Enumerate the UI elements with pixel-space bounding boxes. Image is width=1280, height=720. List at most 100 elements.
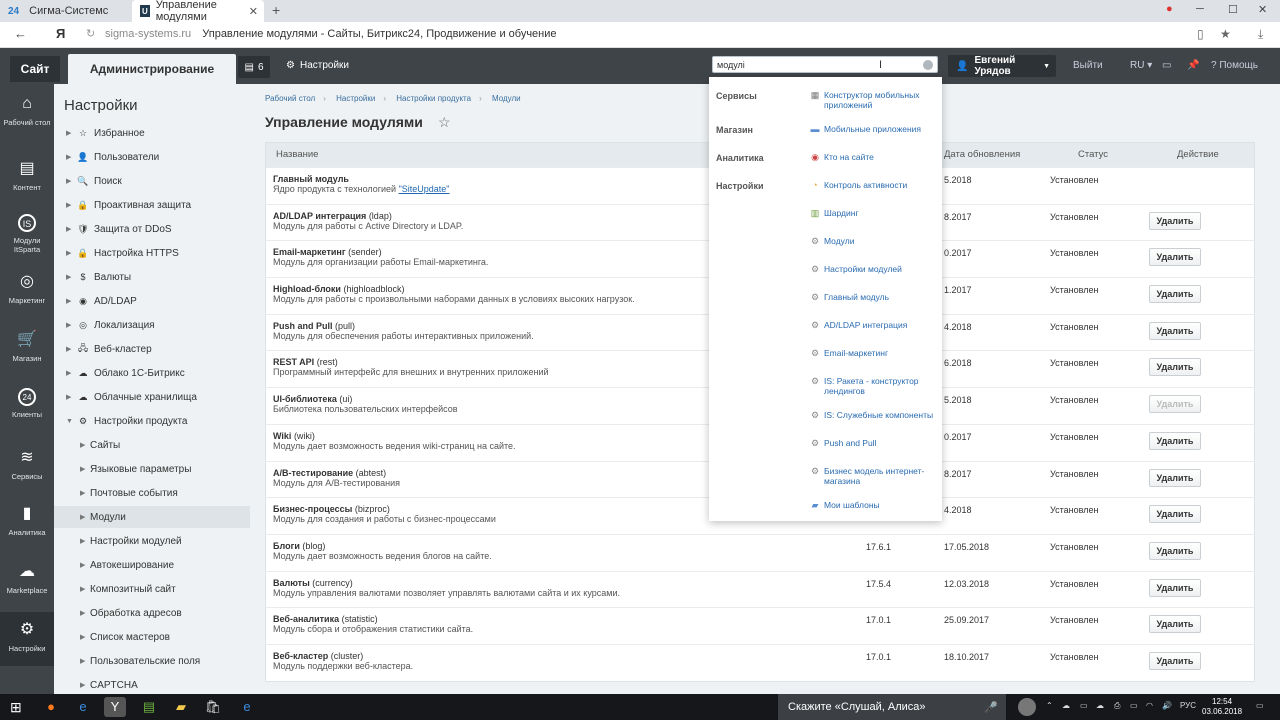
file-explorer-icon[interactable]: ▰ <box>170 697 192 717</box>
reader-icon[interactable]: ▯ <box>1197 27 1204 41</box>
menu-item[interactable]: ▶ Настройки модулей <box>54 530 250 552</box>
menu-item[interactable]: ▶ ◉ AD/LDAP <box>54 290 250 312</box>
windows-start-icon[interactable]: ⊞ <box>10 699 22 716</box>
sidebar-item-services[interactable]: ≋ Сервисы <box>0 448 54 481</box>
search-result-item[interactable]: ⚙ Email-маркетинг <box>809 348 939 358</box>
menu-item[interactable]: ▶ Обработка адресов <box>54 602 250 624</box>
chevron-down-icon[interactable]: ▼ <box>1043 63 1050 70</box>
panel-icon[interactable]: ▭ <box>1162 60 1171 71</box>
module-name[interactable]: UI-библиотека (ui) <box>273 394 352 404</box>
favorite-star-icon[interactable]: ☆ <box>438 114 451 131</box>
column-header-status[interactable]: Статус <box>1078 149 1108 160</box>
system-clock[interactable]: 12:54 03.06.2018 <box>1202 697 1242 717</box>
search-result-item[interactable]: ⚙ Настройки модулей <box>809 264 939 274</box>
expand-arrow-icon[interactable]: ▶ <box>66 177 76 185</box>
close-tab-icon[interactable]: ✕ <box>249 5 258 18</box>
sidebar-item-desktop[interactable]: ⌂ Рабочий стол <box>0 94 54 127</box>
browser-tab-active[interactable]: U Управление модулями ✕ <box>132 0 264 23</box>
maximize-icon[interactable]: ☐ <box>1228 3 1238 16</box>
delete-button[interactable]: Удалить <box>1149 358 1201 377</box>
yandex-icon[interactable]: Я <box>56 26 65 41</box>
wifi-icon[interactable]: ◠ <box>1146 701 1153 710</box>
delete-button[interactable]: Удалить <box>1149 211 1201 230</box>
search-result-item[interactable]: ◔ Контроль активности <box>809 180 939 190</box>
expand-arrow-icon[interactable]: ▶ <box>66 153 76 161</box>
sidebar-item-clients[interactable]: 24 Клиенты <box>0 388 54 419</box>
cortana-search-box[interactable]: Скажите «Слушай, Алиса» 🎤 <box>778 694 1006 720</box>
delete-button[interactable]: Удалить <box>1149 651 1201 670</box>
sidebar-item-content[interactable]: ▤ Контент <box>0 159 54 192</box>
breadcrumb-item[interactable]: Рабочий стол <box>265 94 315 103</box>
notifications-button[interactable]: ▤ 6 <box>238 56 270 78</box>
column-header-date[interactable]: Дата обновления <box>944 149 1020 160</box>
pin-icon[interactable]: 📌 <box>1187 60 1199 71</box>
menu-item[interactable]: ▶ Список мастеров <box>54 626 250 648</box>
delete-button[interactable]: Удалить <box>1149 578 1201 597</box>
input-language[interactable]: РУС <box>1180 701 1196 710</box>
network-icon[interactable]: ▭ <box>1080 701 1088 710</box>
module-name[interactable]: A/B-тестирование (abtest) <box>273 468 386 478</box>
search-result-item[interactable]: ⚙ AD/LDAP интеграция <box>809 320 939 330</box>
module-name[interactable]: Бизнес-процессы (bizproc) <box>273 504 390 514</box>
delete-button[interactable]: Удалить <box>1149 395 1201 414</box>
expand-arrow-icon[interactable]: ▶ <box>66 129 76 137</box>
menu-item[interactable]: ▶ 👤 Пользователи <box>54 146 250 168</box>
cloud-icon[interactable]: ☁ <box>1096 701 1104 710</box>
expand-arrow-icon[interactable]: ▶ <box>80 633 90 641</box>
minimize-icon[interactable]: ─ <box>1196 3 1204 15</box>
search-result-item[interactable]: ⚙ Модули <box>809 236 939 246</box>
language-select[interactable]: RU ▾ <box>1130 60 1152 71</box>
module-name[interactable]: Highload-блоки (highloadblock) <box>273 284 405 294</box>
delete-button[interactable]: Удалить <box>1149 468 1201 487</box>
url-field[interactable]: sigma-systems.ru Управление модулями - С… <box>105 28 557 40</box>
settings-link[interactable]: ⚙ Настройки <box>286 60 349 71</box>
volume-icon[interactable]: 🔊 <box>1162 701 1172 710</box>
expand-arrow-icon[interactable]: ▶ <box>66 273 76 281</box>
expand-arrow-icon[interactable]: ▶ <box>80 489 90 497</box>
search-result-item[interactable]: ◉ Кто на сайте <box>809 152 939 162</box>
expand-arrow-icon[interactable]: ▶ <box>80 561 90 569</box>
module-name[interactable]: REST API (rest) <box>273 357 338 367</box>
search-result-item[interactable]: ⚙ Главный модуль <box>809 292 939 302</box>
search-result-item[interactable]: ▬ Мобильные приложения <box>809 124 939 134</box>
bookmark-star-icon[interactable]: ★ <box>1220 27 1231 41</box>
menu-item[interactable]: ▶ 🔍 Поиск <box>54 170 250 192</box>
search-result-item[interactable]: ⚙ IS: Служебные компоненты <box>809 410 939 420</box>
menu-item[interactable]: ▶ CAPTCHA <box>54 674 250 696</box>
sidebar-item-settings[interactable]: ⚙ Настройки <box>0 612 54 666</box>
expand-arrow-icon[interactable]: ▶ <box>80 609 90 617</box>
chevron-up-icon[interactable]: ⌃ <box>1046 701 1053 710</box>
module-name[interactable]: Веб-кластер (cluster) <box>273 651 363 661</box>
notepad-icon[interactable]: ▤ <box>138 697 160 717</box>
expand-arrow-icon[interactable]: ▶ <box>66 249 76 257</box>
search-result-item[interactable]: ⚙ Бизнес модель интернет-магазина <box>809 466 939 486</box>
back-icon[interactable]: ← <box>14 26 27 41</box>
new-tab-button[interactable]: + <box>272 2 280 18</box>
delete-button[interactable]: Удалить <box>1149 321 1201 340</box>
menu-item[interactable]: ▶ Сайты <box>54 434 250 456</box>
module-desc-link[interactable]: "SiteUpdate" <box>399 184 450 194</box>
menu-item[interactable]: ▶ ☁ Облако 1С-Битрикс <box>54 362 250 384</box>
module-name[interactable]: Блоги (blog) <box>273 541 325 551</box>
menu-item[interactable]: ▶ ☆ Избранное <box>54 122 250 144</box>
module-name[interactable]: Главный модуль <box>273 174 349 184</box>
clear-search-icon[interactable] <box>923 60 933 70</box>
refresh-icon[interactable]: ↻ <box>86 27 95 40</box>
breadcrumb-item[interactable]: Настройки продукта <box>396 94 471 103</box>
module-name[interactable]: Push and Pull (pull) <box>273 321 355 331</box>
module-name[interactable]: Валюты (currency) <box>273 578 353 588</box>
menu-item[interactable]: ▶ 🖧 Веб-кластер <box>54 338 250 360</box>
expand-arrow-icon[interactable]: ▶ <box>80 537 90 545</box>
menu-item[interactable]: ▶ Языковые параметры <box>54 458 250 480</box>
expand-arrow-icon[interactable]: ▶ <box>80 465 90 473</box>
menu-item[interactable]: ▶ 🛡 Защита от DDoS <box>54 218 250 240</box>
module-name[interactable]: Wiki (wiki) <box>273 431 315 441</box>
help-link[interactable]: ? Помощь <box>1211 60 1258 71</box>
sidebar-item-shop[interactable]: 🛒 Магазин <box>0 330 54 363</box>
yandex-browser-icon[interactable]: Y <box>104 697 126 717</box>
expand-arrow-icon[interactable]: ▼ <box>66 418 76 425</box>
menu-item[interactable]: ▶ 🔒 Настройка HTTPS <box>54 242 250 264</box>
sidebar-item-modules-itsparta[interactable]: IS Модули ItSparta <box>0 214 54 254</box>
module-name[interactable]: Веб-аналитика (statistic) <box>273 614 378 624</box>
delete-button[interactable]: Удалить <box>1149 505 1201 524</box>
